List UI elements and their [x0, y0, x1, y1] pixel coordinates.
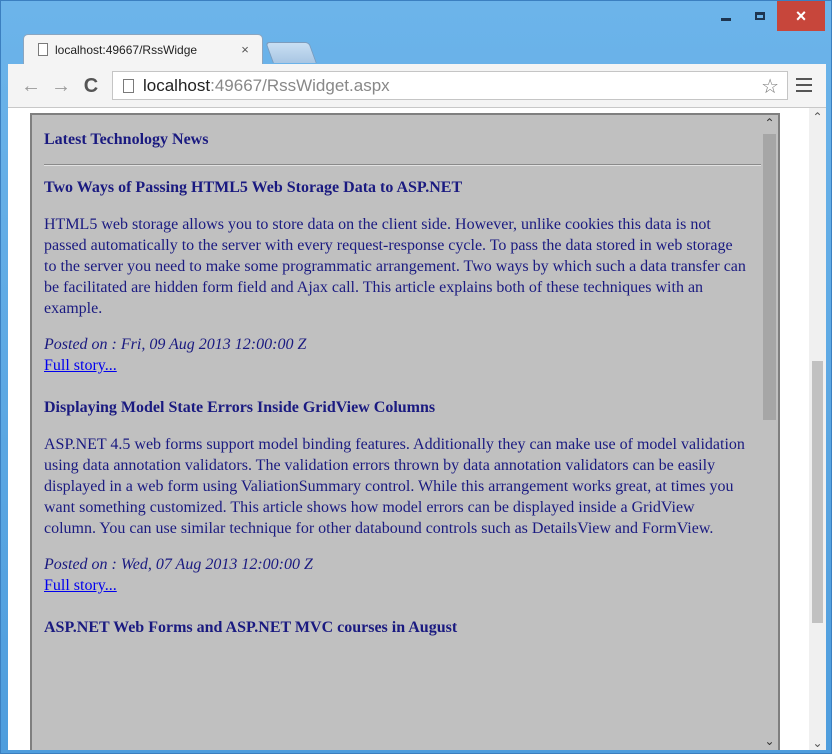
page-icon — [123, 78, 134, 93]
widget-content: Latest Technology News Two Ways of Passi… — [44, 115, 764, 661]
scroll-down-arrow-icon[interactable]: ⌄ — [761, 734, 778, 748]
close-window-button[interactable]: × — [777, 1, 825, 31]
news-item-title: ASP.NET Web Forms and ASP.NET MVC course… — [44, 619, 458, 636]
url-path: :49667/RssWidget.aspx — [210, 75, 390, 95]
page-scrollbar-thumb[interactable] — [812, 361, 823, 623]
forward-arrow-icon: → — [51, 74, 71, 97]
minimize-button[interactable] — [709, 1, 743, 31]
news-item-title: Displaying Model State Errors Inside Gri… — [44, 399, 436, 416]
menu-button[interactable] — [796, 78, 812, 96]
browser-toolbar: ← → C localhost:49667/RssWidget.aspx ☆ — [8, 64, 826, 108]
back-button[interactable]: ← — [18, 72, 44, 100]
scroll-up-arrow-icon[interactable]: ⌃ — [761, 116, 778, 130]
bookmark-star-icon[interactable]: ☆ — [761, 74, 779, 99]
forward-button[interactable]: → — [48, 72, 74, 100]
scrollbar-thumb[interactable] — [763, 134, 776, 420]
news-item: ASP.NET Web Forms and ASP.NET MVC course… — [44, 619, 748, 637]
rss-widget: Latest Technology News Two Ways of Passi… — [30, 113, 780, 750]
reload-icon: C — [83, 74, 99, 97]
tab-title: localhost:49667/RssWidge — [55, 42, 198, 57]
maximize-button[interactable] — [743, 1, 777, 31]
close-icon: × — [795, 5, 807, 26]
maximize-icon — [755, 12, 765, 20]
news-item: Displaying Model State Errors Inside Gri… — [44, 399, 748, 595]
tab-close-button[interactable]: × — [236, 42, 254, 57]
page-scroll-up-icon[interactable]: ⌃ — [809, 110, 826, 124]
divider — [44, 164, 764, 166]
news-item-date: Posted on : Fri, 09 Aug 2013 12:00:00 Z — [44, 336, 307, 353]
back-arrow-icon: ← — [21, 74, 41, 97]
full-story-link[interactable]: Full story... — [44, 577, 748, 595]
page-icon — [38, 43, 48, 56]
news-item-date: Posted on : Wed, 07 Aug 2013 12:00:00 Z — [44, 556, 313, 573]
hamburger-icon — [796, 78, 812, 80]
minimize-icon — [721, 17, 731, 21]
news-item-description: ASP.NET 4.5 web forms support model bind… — [44, 436, 745, 537]
full-story-link[interactable]: Full story... — [44, 357, 748, 375]
address-bar[interactable]: localhost:49667/RssWidget.aspx ☆ — [112, 71, 788, 100]
widget-scrollbar[interactable]: ⌃ ⌄ — [761, 115, 778, 750]
page-viewport: Latest Technology News Two Ways of Passi… — [8, 108, 826, 750]
news-item: Two Ways of Passing HTML5 Web Storage Da… — [44, 179, 748, 375]
new-tab-button[interactable] — [265, 42, 317, 63]
news-item-title: Two Ways of Passing HTML5 Web Storage Da… — [44, 179, 463, 196]
browser-tab[interactable]: localhost:49667/RssWidge × — [23, 34, 263, 64]
page-scroll-down-icon[interactable]: ⌄ — [809, 736, 826, 750]
browser-window: × localhost:49667/RssWidge × ← → C local… — [0, 0, 832, 754]
page-scrollbar[interactable]: ⌃ ⌄ — [809, 108, 826, 750]
news-item-description: HTML5 web storage allows you to store da… — [44, 216, 746, 317]
reload-button[interactable]: C — [78, 72, 104, 100]
url-host: localhost — [143, 75, 211, 95]
widget-title: Latest Technology News — [44, 131, 209, 148]
